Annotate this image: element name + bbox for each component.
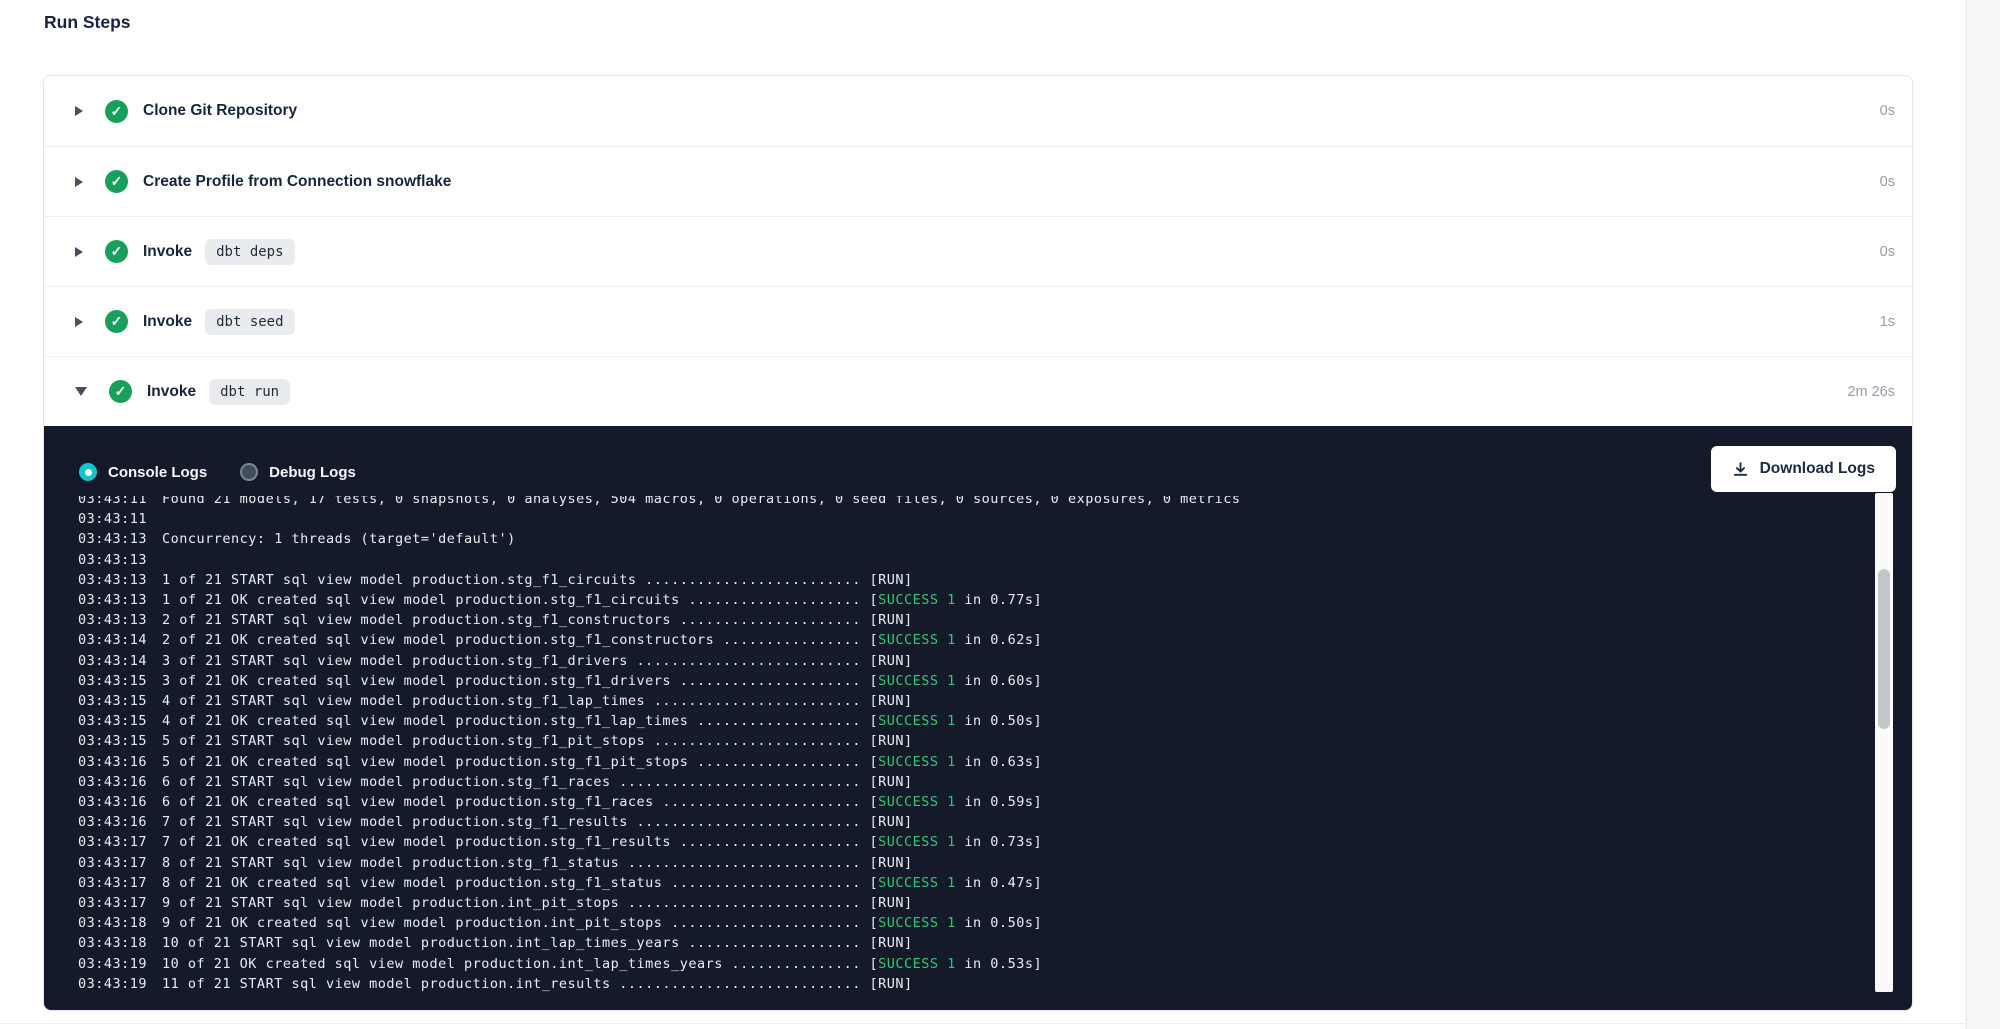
log-line: 03:43:132 of 21 START sql view model pro… <box>78 610 1852 630</box>
log-line: 03:43:154 of 21 OK created sql view mode… <box>78 711 1852 731</box>
debug-logs-label[interactable]: Debug Logs <box>269 464 356 481</box>
steps-list: ✓ Clone Git Repository 0s ✓ Create Profi… <box>44 76 1912 426</box>
download-logs-button[interactable]: Download Logs <box>1711 446 1896 492</box>
steps-card: ✓ Clone Git Repository 0s ✓ Create Profi… <box>43 75 1913 1011</box>
run-steps-page: Run Steps ✓ Clone Git Repository 0s ✓ Cr… <box>0 0 2000 1029</box>
log-line: 03:43:131 of 21 OK created sql view mode… <box>78 590 1852 610</box>
step-row[interactable]: ✓ Invoke dbt seed 1s <box>44 286 1912 356</box>
log-line: 03:43:177 of 21 OK created sql view mode… <box>78 832 1852 852</box>
debug-logs-radio[interactable]: Debug Logs <box>240 463 356 481</box>
log-line: 03:43:1911 of 21 START sql view model pr… <box>78 974 1852 994</box>
step-label: Clone Git Repository <box>143 102 297 120</box>
step-row[interactable]: ✓ Invoke dbt run 2m 26s <box>44 356 1912 426</box>
log-scrollbar[interactable] <box>1875 493 1893 992</box>
step-duration: 0s <box>1880 103 1912 119</box>
step-duration: 0s <box>1880 244 1912 260</box>
log-panel: Console Logs Debug Logs Download Logs <box>44 426 1912 1010</box>
download-logs-label: Download Logs <box>1760 460 1875 478</box>
log-line: 03:43:167 of 21 START sql view model pro… <box>78 812 1852 832</box>
log-line: 03:43:1910 of 21 OK created sql view mod… <box>78 954 1852 974</box>
radio-unselected-icon[interactable] <box>240 463 258 481</box>
log-line: 03:43:166 of 21 START sql view model pro… <box>78 772 1852 792</box>
success-check-icon: ✓ <box>109 380 132 403</box>
page-title: Run Steps <box>44 12 131 33</box>
log-line: 03:43:153 of 21 OK created sql view mode… <box>78 671 1852 691</box>
success-check-icon: ✓ <box>105 310 128 333</box>
step-row[interactable]: ✓ Clone Git Repository 0s <box>44 76 1912 146</box>
log-panel-header: Console Logs Debug Logs Download Logs <box>44 426 1912 492</box>
success-check-icon: ✓ <box>105 170 128 193</box>
success-check-icon: ✓ <box>105 240 128 263</box>
log-line: 03:43:165 of 21 OK created sql view mode… <box>78 752 1852 772</box>
log-line: 03:43:179 of 21 START sql view model pro… <box>78 893 1852 913</box>
log-output: 03:43:11Found 21 models, 17 tests, 0 sna… <box>78 496 1852 994</box>
step-row[interactable]: ✓ Invoke dbt deps 0s <box>44 216 1912 286</box>
step-row[interactable]: ✓ Create Profile from Connection snowfla… <box>44 146 1912 216</box>
log-scrollbar-thumb[interactable] <box>1878 569 1890 729</box>
log-line: 03:43:142 of 21 OK created sql view mode… <box>78 630 1852 650</box>
log-line: 03:43:166 of 21 OK created sql view mode… <box>78 792 1852 812</box>
success-check-icon: ✓ <box>105 100 128 123</box>
step-command-chip: dbt seed <box>205 309 294 335</box>
expand-caret-icon[interactable] <box>75 177 83 187</box>
console-logs-radio[interactable]: Console Logs <box>79 463 207 481</box>
log-line: 03:43:143 of 21 START sql view model pro… <box>78 651 1852 671</box>
log-line: 03:43:178 of 21 OK created sql view mode… <box>78 873 1852 893</box>
log-viewport: 03:43:11Found 21 models, 17 tests, 0 sna… <box>78 496 1852 1008</box>
download-icon <box>1732 461 1749 478</box>
log-line: 03:43:1810 of 21 START sql view model pr… <box>78 933 1852 953</box>
log-line: 03:43:154 of 21 START sql view model pro… <box>78 691 1852 711</box>
step-command-chip: dbt run <box>209 379 290 405</box>
log-line: 03:43:13 <box>78 550 1852 570</box>
expand-caret-icon[interactable] <box>75 106 83 116</box>
step-label: Invoke <box>147 383 196 401</box>
step-label: Invoke <box>143 313 192 331</box>
right-side-panel-edge <box>1966 0 2000 1029</box>
log-line: 03:43:178 of 21 START sql view model pro… <box>78 853 1852 873</box>
radio-selected-icon[interactable] <box>79 463 97 481</box>
step-duration: 0s <box>1880 174 1912 190</box>
step-label: Create Profile from Connection snowflake <box>143 173 451 191</box>
log-line: 03:43:189 of 21 OK created sql view mode… <box>78 913 1852 933</box>
log-type-radio-group: Console Logs Debug Logs <box>79 463 389 481</box>
log-line: 03:43:11Found 21 models, 17 tests, 0 sna… <box>78 496 1852 509</box>
log-line: 03:43:11 <box>78 509 1852 529</box>
log-line: 03:43:131 of 21 START sql view model pro… <box>78 570 1852 590</box>
console-logs-label[interactable]: Console Logs <box>108 464 207 481</box>
step-label: Invoke <box>143 243 192 261</box>
collapse-caret-icon[interactable] <box>75 387 87 396</box>
step-command-chip: dbt deps <box>205 239 294 265</box>
log-line: 03:43:13Concurrency: 1 threads (target='… <box>78 529 1852 549</box>
log-line: 03:43:155 of 21 START sql view model pro… <box>78 731 1852 751</box>
expand-caret-icon[interactable] <box>75 317 83 327</box>
expand-caret-icon[interactable] <box>75 247 83 257</box>
step-duration: 2m 26s <box>1847 384 1912 400</box>
step-duration: 1s <box>1880 314 1912 330</box>
bottom-divider <box>0 1023 1966 1024</box>
